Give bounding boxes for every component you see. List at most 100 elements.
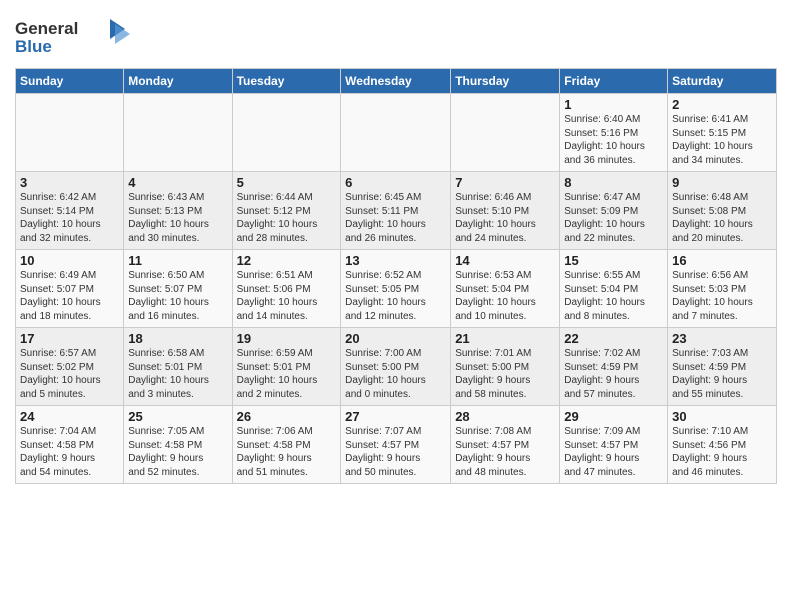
calendar-cell [341,94,451,172]
calendar-cell: 1Sunrise: 6:40 AM Sunset: 5:16 PM Daylig… [560,94,668,172]
calendar-cell: 24Sunrise: 7:04 AM Sunset: 4:58 PM Dayli… [16,406,124,484]
calendar-cell: 25Sunrise: 7:05 AM Sunset: 4:58 PM Dayli… [124,406,232,484]
calendar-header-row: SundayMondayTuesdayWednesdayThursdayFrid… [16,69,777,94]
day-number: 23 [672,331,772,346]
day-number: 12 [237,253,337,268]
day-number: 8 [564,175,663,190]
weekday-header: Monday [124,69,232,94]
day-number: 5 [237,175,337,190]
day-info: Sunrise: 6:58 AM Sunset: 5:01 PM Dayligh… [128,347,227,401]
calendar-cell: 14Sunrise: 6:53 AM Sunset: 5:04 PM Dayli… [451,250,560,328]
calendar-week-row: 10Sunrise: 6:49 AM Sunset: 5:07 PM Dayli… [16,250,777,328]
calendar-cell: 6Sunrise: 6:45 AM Sunset: 5:11 PM Daylig… [341,172,451,250]
day-number: 20 [345,331,446,346]
day-info: Sunrise: 7:02 AM Sunset: 4:59 PM Dayligh… [564,347,663,401]
day-info: Sunrise: 7:08 AM Sunset: 4:57 PM Dayligh… [455,425,555,479]
day-info: Sunrise: 6:57 AM Sunset: 5:02 PM Dayligh… [20,347,119,401]
calendar-cell [124,94,232,172]
day-info: Sunrise: 6:40 AM Sunset: 5:16 PM Dayligh… [564,113,663,167]
day-number: 19 [237,331,337,346]
calendar-cell: 29Sunrise: 7:09 AM Sunset: 4:57 PM Dayli… [560,406,668,484]
calendar-cell: 21Sunrise: 7:01 AM Sunset: 5:00 PM Dayli… [451,328,560,406]
weekday-header: Wednesday [341,69,451,94]
calendar-table: SundayMondayTuesdayWednesdayThursdayFrid… [15,68,777,484]
calendar-cell: 30Sunrise: 7:10 AM Sunset: 4:56 PM Dayli… [668,406,777,484]
day-info: Sunrise: 7:09 AM Sunset: 4:57 PM Dayligh… [564,425,663,479]
day-number: 27 [345,409,446,424]
day-info: Sunrise: 6:45 AM Sunset: 5:11 PM Dayligh… [345,191,446,245]
calendar-cell: 17Sunrise: 6:57 AM Sunset: 5:02 PM Dayli… [16,328,124,406]
logo: General Blue [15,14,135,64]
day-info: Sunrise: 7:07 AM Sunset: 4:57 PM Dayligh… [345,425,446,479]
weekday-header: Sunday [16,69,124,94]
day-number: 26 [237,409,337,424]
day-info: Sunrise: 6:48 AM Sunset: 5:08 PM Dayligh… [672,191,772,245]
day-info: Sunrise: 6:56 AM Sunset: 5:03 PM Dayligh… [672,269,772,323]
day-number: 18 [128,331,227,346]
day-info: Sunrise: 7:04 AM Sunset: 4:58 PM Dayligh… [20,425,119,479]
calendar-body: 1Sunrise: 6:40 AM Sunset: 5:16 PM Daylig… [16,94,777,484]
calendar-cell: 4Sunrise: 6:43 AM Sunset: 5:13 PM Daylig… [124,172,232,250]
calendar-cell: 10Sunrise: 6:49 AM Sunset: 5:07 PM Dayli… [16,250,124,328]
day-number: 30 [672,409,772,424]
calendar-cell: 11Sunrise: 6:50 AM Sunset: 5:07 PM Dayli… [124,250,232,328]
day-number: 25 [128,409,227,424]
day-number: 28 [455,409,555,424]
svg-text:General: General [15,19,78,38]
calendar-cell: 23Sunrise: 7:03 AM Sunset: 4:59 PM Dayli… [668,328,777,406]
calendar-cell [16,94,124,172]
header: General Blue [15,10,777,64]
calendar-cell: 12Sunrise: 6:51 AM Sunset: 5:06 PM Dayli… [232,250,341,328]
day-number: 11 [128,253,227,268]
day-info: Sunrise: 7:01 AM Sunset: 5:00 PM Dayligh… [455,347,555,401]
day-info: Sunrise: 7:05 AM Sunset: 4:58 PM Dayligh… [128,425,227,479]
calendar-cell: 9Sunrise: 6:48 AM Sunset: 5:08 PM Daylig… [668,172,777,250]
weekday-header: Thursday [451,69,560,94]
calendar-cell: 26Sunrise: 7:06 AM Sunset: 4:58 PM Dayli… [232,406,341,484]
day-number: 22 [564,331,663,346]
day-info: Sunrise: 6:52 AM Sunset: 5:05 PM Dayligh… [345,269,446,323]
day-info: Sunrise: 6:49 AM Sunset: 5:07 PM Dayligh… [20,269,119,323]
calendar-cell [451,94,560,172]
calendar-cell [232,94,341,172]
weekday-header: Tuesday [232,69,341,94]
day-info: Sunrise: 6:44 AM Sunset: 5:12 PM Dayligh… [237,191,337,245]
calendar-week-row: 17Sunrise: 6:57 AM Sunset: 5:02 PM Dayli… [16,328,777,406]
day-number: 13 [345,253,446,268]
day-info: Sunrise: 6:53 AM Sunset: 5:04 PM Dayligh… [455,269,555,323]
day-number: 4 [128,175,227,190]
day-info: Sunrise: 7:06 AM Sunset: 4:58 PM Dayligh… [237,425,337,479]
calendar-cell: 22Sunrise: 7:02 AM Sunset: 4:59 PM Dayli… [560,328,668,406]
calendar-cell: 13Sunrise: 6:52 AM Sunset: 5:05 PM Dayli… [341,250,451,328]
day-info: Sunrise: 7:00 AM Sunset: 5:00 PM Dayligh… [345,347,446,401]
day-number: 6 [345,175,446,190]
weekday-header: Friday [560,69,668,94]
day-number: 15 [564,253,663,268]
calendar-cell: 18Sunrise: 6:58 AM Sunset: 5:01 PM Dayli… [124,328,232,406]
calendar-cell: 7Sunrise: 6:46 AM Sunset: 5:10 PM Daylig… [451,172,560,250]
day-number: 2 [672,97,772,112]
calendar-week-row: 24Sunrise: 7:04 AM Sunset: 4:58 PM Dayli… [16,406,777,484]
day-number: 9 [672,175,772,190]
day-number: 1 [564,97,663,112]
day-number: 21 [455,331,555,346]
calendar-cell: 2Sunrise: 6:41 AM Sunset: 5:15 PM Daylig… [668,94,777,172]
calendar-cell: 15Sunrise: 6:55 AM Sunset: 5:04 PM Dayli… [560,250,668,328]
calendar-week-row: 1Sunrise: 6:40 AM Sunset: 5:16 PM Daylig… [16,94,777,172]
day-number: 24 [20,409,119,424]
day-info: Sunrise: 6:59 AM Sunset: 5:01 PM Dayligh… [237,347,337,401]
day-number: 14 [455,253,555,268]
logo-text: General Blue [15,14,135,64]
day-info: Sunrise: 6:47 AM Sunset: 5:09 PM Dayligh… [564,191,663,245]
day-info: Sunrise: 7:03 AM Sunset: 4:59 PM Dayligh… [672,347,772,401]
day-info: Sunrise: 6:42 AM Sunset: 5:14 PM Dayligh… [20,191,119,245]
calendar-cell: 16Sunrise: 6:56 AM Sunset: 5:03 PM Dayli… [668,250,777,328]
day-number: 16 [672,253,772,268]
calendar-cell: 8Sunrise: 6:47 AM Sunset: 5:09 PM Daylig… [560,172,668,250]
calendar-cell: 28Sunrise: 7:08 AM Sunset: 4:57 PM Dayli… [451,406,560,484]
day-info: Sunrise: 6:43 AM Sunset: 5:13 PM Dayligh… [128,191,227,245]
day-number: 17 [20,331,119,346]
calendar-cell: 19Sunrise: 6:59 AM Sunset: 5:01 PM Dayli… [232,328,341,406]
day-info: Sunrise: 7:10 AM Sunset: 4:56 PM Dayligh… [672,425,772,479]
day-info: Sunrise: 6:55 AM Sunset: 5:04 PM Dayligh… [564,269,663,323]
